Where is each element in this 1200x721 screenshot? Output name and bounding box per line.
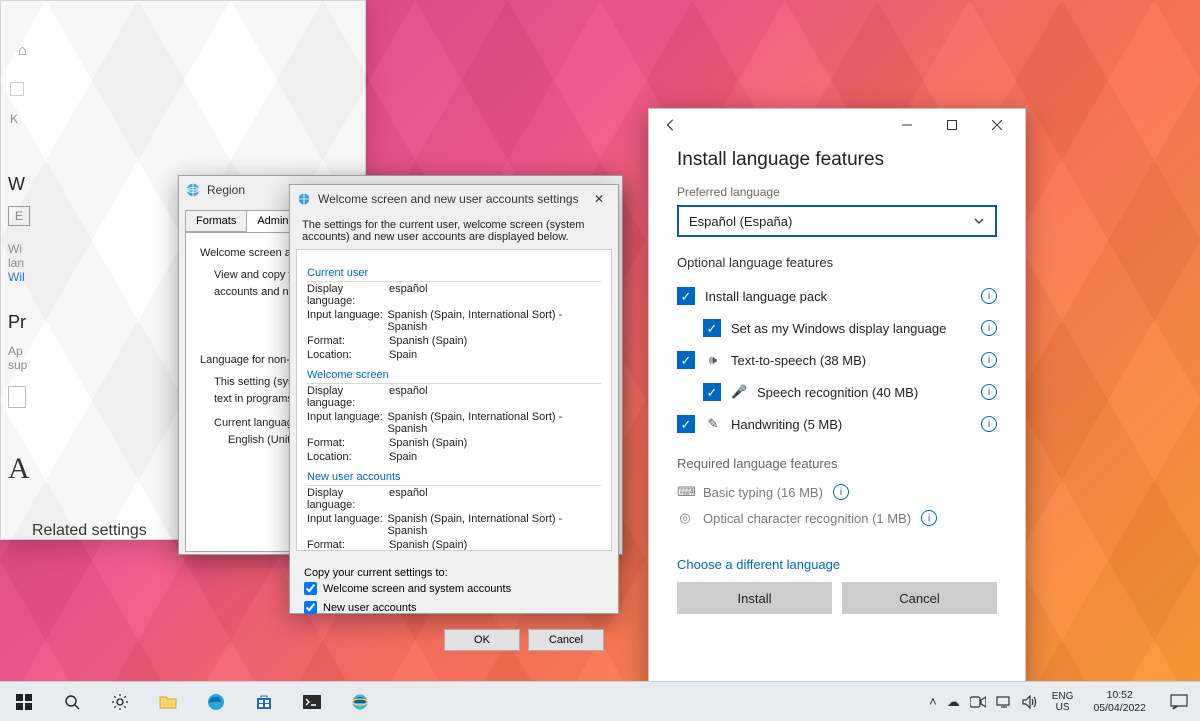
chk-install-pack[interactable] xyxy=(677,287,695,305)
cancel-button[interactable]: Cancel xyxy=(528,629,604,651)
feature-tts: 🕪 Text-to-speech (38 MB) i xyxy=(677,344,997,376)
peek-wi: Wi xyxy=(8,242,22,256)
tray-volume-icon[interactable] xyxy=(1022,695,1038,709)
tray-chevron-up-icon[interactable]: ˄ xyxy=(929,694,937,709)
taskbar-ie[interactable] xyxy=(336,682,384,721)
copy-heading: Copy your current settings to: xyxy=(304,567,604,579)
welcome-intro: The settings for the current user, welco… xyxy=(302,219,606,243)
chk-new-user[interactable]: New user accounts xyxy=(304,598,604,617)
peek-lan: lan xyxy=(8,256,24,270)
section-current-user: Current user xyxy=(307,264,601,282)
peek-k: K xyxy=(10,112,18,126)
language-select-value: Español (España) xyxy=(689,214,792,229)
feature-set-display: Set as my Windows display language i xyxy=(677,312,997,344)
taskbar-store[interactable] xyxy=(240,682,288,721)
clock[interactable]: 10:52 05/04/2022 xyxy=(1087,689,1152,713)
info-icon[interactable]: i xyxy=(981,416,997,432)
optional-features-heading: Optional language features xyxy=(677,255,997,270)
minimize-button[interactable] xyxy=(884,111,929,139)
required-basic-typing: ⌨ Basic typing (16 MB) i xyxy=(677,479,997,505)
welcome-titlebar[interactable]: Welcome screen and new user accounts set… xyxy=(290,185,618,213)
chk-set-display[interactable] xyxy=(703,319,721,337)
peek-e: E xyxy=(8,206,30,226)
chk-welcome-screen[interactable]: Welcome screen and system accounts xyxy=(304,579,604,598)
peek-related: Related settings xyxy=(32,522,147,540)
feature-speech: 🎤 Speech recognition (40 MB) i xyxy=(677,376,997,408)
speaker-icon: 🕪 xyxy=(705,352,721,368)
peek-box xyxy=(8,386,26,408)
tray-meetnow-icon[interactable] xyxy=(970,696,986,708)
close-icon[interactable]: ✕ xyxy=(586,185,612,213)
preferred-language-label: Preferred language xyxy=(677,185,997,199)
install-language-dialog: Install language features Preferred lang… xyxy=(648,108,1026,688)
feature-install-pack: Install language pack i xyxy=(677,280,997,312)
chk-handwriting[interactable] xyxy=(677,415,695,433)
section-new-user-accounts: New user accounts xyxy=(307,468,601,486)
region-title: Region xyxy=(207,183,245,197)
peek-pr: Pr xyxy=(8,312,26,333)
peek-wil: Wil xyxy=(8,270,25,284)
tab-formats[interactable]: Formats xyxy=(185,210,247,232)
chevron-down-icon xyxy=(973,215,985,227)
info-icon[interactable]: i xyxy=(921,510,937,526)
close-button[interactable] xyxy=(974,111,1019,139)
feature-handwriting: ✎ Handwriting (5 MB) i xyxy=(677,408,997,440)
chk-welcome-screen-box[interactable] xyxy=(304,582,317,595)
checkbox-peek-icon xyxy=(10,82,24,96)
page-title: Install language features xyxy=(677,149,997,171)
language-indicator[interactable]: ENG US xyxy=(1048,691,1078,713)
home-icon: ⌂ xyxy=(18,42,27,59)
cancel-button[interactable]: Cancel xyxy=(842,582,997,614)
choose-different-language-link[interactable]: Choose a different language xyxy=(677,557,840,572)
peek-w: W xyxy=(8,174,25,195)
system-tray: ˄ ☁ ENG US 10:52 05/04/2022 xyxy=(923,682,1158,721)
pen-icon: ✎ xyxy=(705,416,721,432)
microphone-icon: 🎤 xyxy=(731,384,747,400)
keyboard-icon: ⌨ xyxy=(677,484,693,500)
info-icon[interactable]: i xyxy=(981,288,997,304)
search-button[interactable] xyxy=(48,682,96,721)
welcome-dialog: Welcome screen and new user accounts set… xyxy=(289,184,619,614)
peek-sup: sup xyxy=(8,358,27,372)
chk-tts[interactable] xyxy=(677,351,695,369)
maximize-button[interactable] xyxy=(929,111,974,139)
globe-icon xyxy=(185,182,201,198)
action-center-button[interactable] xyxy=(1158,682,1200,721)
taskbar-terminal[interactable] xyxy=(288,682,336,721)
install-button[interactable]: Install xyxy=(677,582,832,614)
chk-speech[interactable] xyxy=(703,383,721,401)
peek-big-a: A xyxy=(8,452,30,486)
info-icon[interactable]: i xyxy=(981,384,997,400)
language-select[interactable]: Español (España) xyxy=(677,205,997,237)
info-icon[interactable]: i xyxy=(981,352,997,368)
globe-icon xyxy=(296,191,312,207)
section-welcome-screen: Welcome screen xyxy=(307,366,601,384)
required-features-heading: Required language features xyxy=(677,456,997,471)
lang-titlebar[interactable] xyxy=(649,109,1025,141)
taskbar-settings[interactable] xyxy=(96,682,144,721)
info-icon[interactable]: i xyxy=(981,320,997,336)
welcome-title: Welcome screen and new user accounts set… xyxy=(318,192,579,206)
required-ocr: ◎ Optical character recognition (1 MB) i xyxy=(677,505,997,531)
tray-onedrive-icon[interactable]: ☁ xyxy=(947,694,960,710)
ok-button[interactable]: OK xyxy=(444,629,520,651)
back-button[interactable] xyxy=(655,109,687,141)
start-button[interactable] xyxy=(0,682,48,721)
ocr-icon: ◎ xyxy=(677,510,693,526)
peek-ap: Ap xyxy=(8,344,23,358)
taskbar-explorer[interactable] xyxy=(144,682,192,721)
taskbar-edge[interactable] xyxy=(192,682,240,721)
chk-new-user-box[interactable] xyxy=(304,601,317,614)
tray-network-icon[interactable] xyxy=(996,696,1012,708)
taskbar: ˄ ☁ ENG US 10:52 05/04/2022 xyxy=(0,681,1200,721)
info-icon[interactable]: i xyxy=(833,484,849,500)
accounts-panel: Current user Display language:español In… xyxy=(296,249,612,551)
